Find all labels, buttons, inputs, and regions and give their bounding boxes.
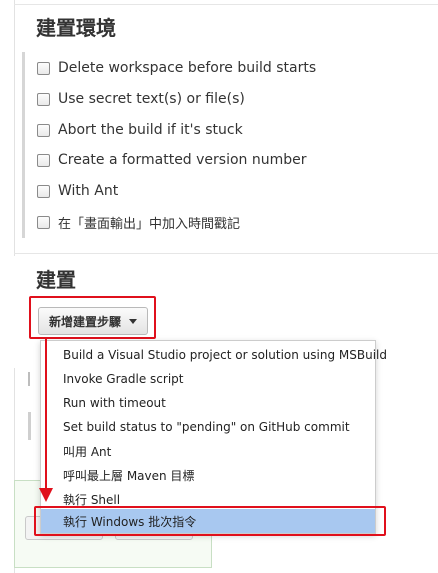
section-indent-bar bbox=[22, 52, 25, 238]
menu-item-msbuild[interactable]: Build a Visual Studio project or solutio… bbox=[41, 343, 387, 367]
menu-item-invoke-ant[interactable]: 叫用 Ant bbox=[41, 439, 375, 463]
checkbox[interactable] bbox=[37, 184, 50, 198]
build-step-dropdown-menu: Build a Visual Studio project or solutio… bbox=[40, 340, 387, 534]
option-label: Abort the build if it's stuck bbox=[58, 122, 243, 138]
menu-item-maven[interactable]: 呼叫最上層 Maven 目標 bbox=[41, 463, 375, 487]
checkbox[interactable] bbox=[37, 153, 50, 167]
option-label: Delete workspace before build starts bbox=[58, 60, 317, 76]
option-secret-text[interactable]: Use secret text(s) or file(s) bbox=[37, 89, 245, 109]
option-version-number[interactable]: Create a formatted version number bbox=[37, 150, 307, 170]
menu-item-gradle[interactable]: Invoke Gradle script bbox=[41, 367, 375, 391]
option-delete-workspace[interactable]: Delete workspace before build starts bbox=[37, 58, 316, 78]
build-title: 建置 bbox=[36, 268, 76, 292]
option-label: Use secret text(s) or file(s) bbox=[58, 91, 245, 107]
option-with-ant[interactable]: With Ant bbox=[37, 181, 118, 201]
section-divider bbox=[14, 253, 438, 254]
build-environment-title: 建置環境 bbox=[36, 16, 116, 40]
option-label: With Ant bbox=[58, 183, 119, 199]
menu-item-run-with-timeout[interactable]: Run with timeout bbox=[41, 391, 375, 415]
checkbox[interactable] bbox=[37, 61, 50, 75]
option-label: Create a formatted version number bbox=[58, 152, 307, 168]
menu-item-github-pending[interactable]: Set build status to "pending" on GitHub … bbox=[41, 415, 375, 439]
option-label: 在「畫面輸出」中加入時間戳記 bbox=[58, 216, 241, 232]
section-divider-top bbox=[14, 4, 438, 5]
annotation-arrow-head bbox=[39, 488, 53, 502]
page-gutter bbox=[0, 0, 14, 573]
checkbox[interactable] bbox=[37, 92, 50, 106]
checkbox[interactable] bbox=[37, 215, 50, 229]
annotation-highlight-menu-item bbox=[34, 506, 386, 536]
annotation-highlight-button bbox=[29, 296, 156, 339]
checkbox[interactable] bbox=[37, 123, 50, 137]
option-abort-stuck[interactable]: Abort the build if it's stuck bbox=[37, 120, 243, 140]
option-timestamps[interactable]: 在「畫面輸出」中加入時間戳記 bbox=[37, 212, 240, 232]
annotation-arrow bbox=[45, 339, 47, 491]
